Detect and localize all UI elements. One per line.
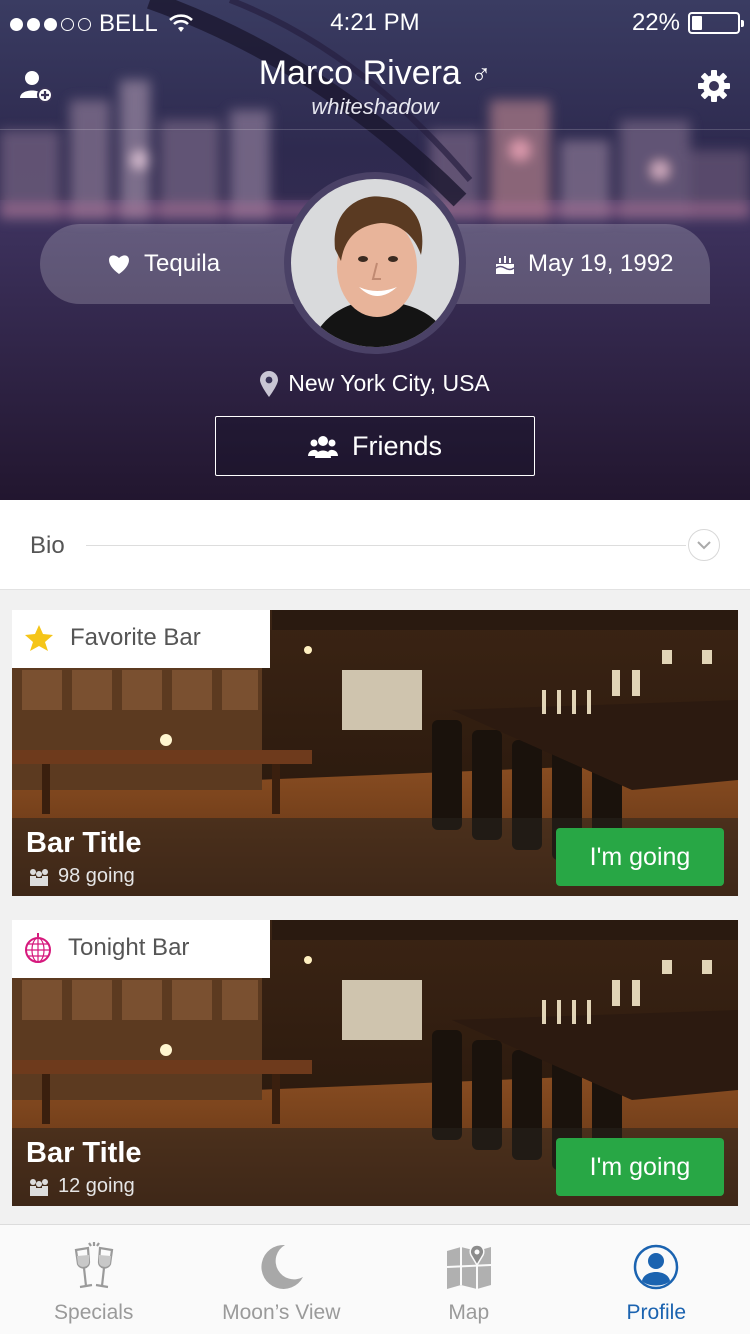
bio-section[interactable]: Bio: [0, 500, 750, 590]
disco-ball-icon: [25, 933, 51, 963]
friends-icon: [307, 436, 338, 458]
profile-username: whiteshadow: [311, 94, 439, 119]
tab-moons-view[interactable]: Moon’s View: [188, 1225, 376, 1334]
battery-indicator: 22%: [631, 9, 744, 37]
tab-label: Map: [448, 1301, 490, 1324]
status-bar: BELL 4:21 PM 22%: [0, 0, 750, 46]
bio-expand-button[interactable]: [688, 529, 720, 561]
favorite-bar-card[interactable]: Favorite Bar Bar Title 98 going I'm goin…: [12, 610, 738, 896]
tab-label: Moon’s View: [222, 1301, 341, 1324]
birthday: May 19, 1992: [450, 224, 710, 304]
profile-header: BELL 4:21 PM 22% Marco Rivera ♂ whitesha…: [0, 0, 750, 500]
favorite-drink-text: Tequila: [144, 250, 221, 277]
battery-icon: [688, 12, 744, 34]
birthday-text: May 19, 1992: [528, 250, 674, 277]
favorite-bar-label: Favorite Bar: [70, 624, 201, 651]
going-count: 12 going: [28, 1175, 135, 1198]
friends-button-label: Friends: [351, 430, 443, 461]
tab-map[interactable]: Map: [375, 1225, 563, 1334]
gender-male-icon: ♂: [470, 59, 492, 90]
map-pin-icon: [260, 370, 279, 397]
going-count: 98 going: [28, 865, 135, 888]
bio-label: Bio: [30, 532, 65, 559]
profile-name: Marco Rivera ♂: [0, 54, 750, 93]
tonight-bar-card[interactable]: Tonight Bar Bar Title 12 going I'm going: [12, 920, 738, 1206]
going-count-text: 12 going: [58, 1175, 135, 1197]
star-icon: [25, 625, 53, 651]
gear-icon: [698, 70, 730, 102]
heart-icon: [109, 255, 129, 274]
bottom-tab-bar: Specials Moon’s View Map Profile: [0, 1224, 750, 1334]
friends-button[interactable]: Friends: [215, 416, 535, 476]
chevron-down-icon: [697, 541, 711, 550]
profile-photo: [291, 179, 459, 347]
location-text: New York City, USA: [288, 370, 490, 396]
tonight-bar-tag: Tonight Bar: [12, 920, 270, 978]
im-going-button[interactable]: I'm going: [556, 828, 724, 886]
tab-profile[interactable]: Profile: [563, 1225, 750, 1334]
cake-icon: [495, 256, 515, 274]
avatar[interactable]: [284, 172, 466, 354]
people-icon: [30, 868, 48, 886]
map-icon: [441, 1239, 497, 1295]
bar-title: Bar Title: [26, 827, 142, 859]
favorite-drink: Tequila: [40, 224, 300, 304]
people-icon: [30, 1178, 48, 1196]
settings-button[interactable]: [696, 68, 732, 104]
avatar-photo: [291, 179, 459, 347]
profile-nav-bar: Marco Rivera ♂ whiteshadow: [0, 46, 750, 130]
moon-icon: [253, 1239, 309, 1295]
bar-title: Bar Title: [26, 1137, 142, 1169]
im-going-button[interactable]: I'm going: [556, 1138, 724, 1196]
profile-icon: [628, 1239, 684, 1295]
wine-glasses-icon: [66, 1239, 122, 1295]
tab-specials[interactable]: Specials: [0, 1225, 188, 1334]
profile-name-text: Marco Rivera: [258, 54, 461, 92]
going-count-text: 98 going: [58, 865, 135, 887]
tab-label: Profile: [626, 1301, 687, 1324]
favorite-bar-tag: Favorite Bar: [12, 610, 270, 668]
tonight-bar-label: Tonight Bar: [68, 934, 190, 961]
location: New York City, USA: [0, 370, 750, 397]
battery-percent: 22%: [631, 9, 680, 36]
bio-divider: [86, 545, 686, 546]
tab-label: Specials: [54, 1301, 134, 1324]
